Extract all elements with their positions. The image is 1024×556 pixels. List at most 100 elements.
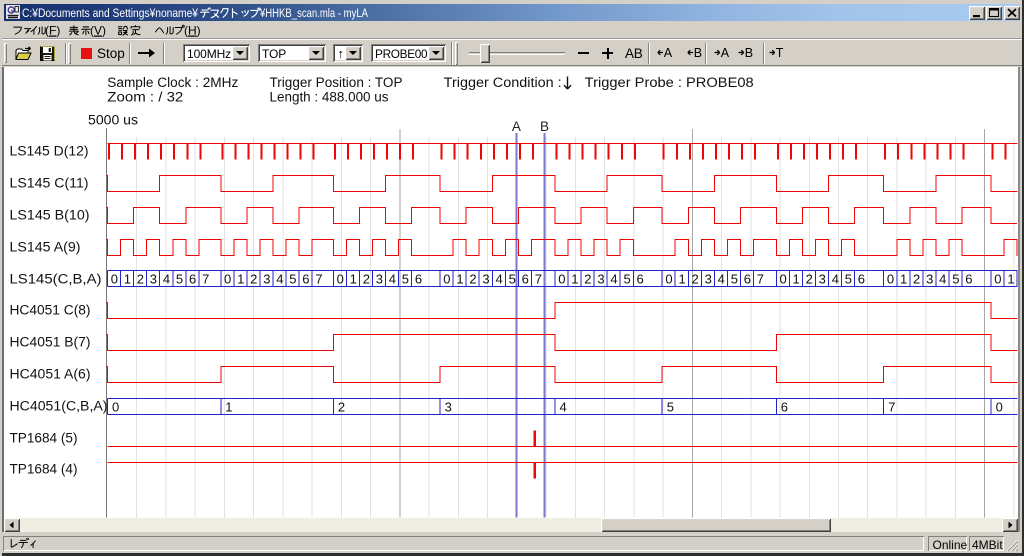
svg-text:2: 2 — [363, 272, 370, 287]
svg-text:(V): (V) — [90, 24, 106, 38]
svg-text:3: 3 — [705, 272, 712, 287]
svg-text:7: 7 — [202, 272, 209, 287]
svg-text:A: A — [664, 47, 673, 60]
svg-text:(F): (F) — [45, 24, 60, 38]
svg-text:C:¥Documents and Settings¥nona: C:¥Documents and Settings¥noname¥ — [22, 6, 198, 20]
svg-text:HC4051 A(6): HC4051 A(6) — [10, 367, 91, 382]
svg-text:6: 6 — [744, 272, 751, 287]
svg-text:B: B — [694, 47, 702, 60]
svg-text:0: 0 — [224, 272, 231, 287]
svg-text:4: 4 — [939, 272, 946, 287]
svg-text:Trigger Condition :: Trigger Condition : — [444, 75, 562, 90]
svg-text:5000 us: 5000 us — [88, 113, 138, 128]
svg-text:Sample Clock : 2MHz: Sample Clock : 2MHz — [107, 75, 238, 90]
svg-text:4: 4 — [389, 272, 396, 287]
svg-text:1: 1 — [900, 272, 907, 287]
svg-text:4: 4 — [560, 400, 567, 415]
svg-text:4: 4 — [276, 272, 283, 287]
svg-text:TP1684 (4): TP1684 (4) — [10, 462, 78, 477]
svg-text:Length : 488.000 us: Length : 488.000 us — [270, 90, 389, 105]
svg-text:7: 7 — [315, 272, 322, 287]
svg-text:2: 2 — [137, 272, 144, 287]
svg-text:6: 6 — [858, 272, 865, 287]
svg-text:0: 0 — [112, 400, 119, 415]
svg-text:4: 4 — [610, 272, 617, 287]
svg-text:0: 0 — [996, 400, 1003, 415]
svg-text:3: 3 — [150, 272, 157, 287]
svg-text:3: 3 — [819, 272, 826, 287]
svg-text:6: 6 — [637, 272, 644, 287]
svg-text:2: 2 — [469, 272, 476, 287]
svg-text:5: 5 — [624, 272, 631, 287]
svg-text:5: 5 — [176, 272, 183, 287]
svg-text:LS145 C(11): LS145 C(11) — [10, 176, 89, 191]
svg-text:A: A — [512, 119, 521, 134]
svg-text:TP1684 (5): TP1684 (5) — [10, 431, 78, 446]
svg-text:5: 5 — [952, 272, 959, 287]
svg-text:HC4051 C(8): HC4051 C(8) — [10, 303, 91, 318]
svg-text:5: 5 — [731, 272, 738, 287]
svg-text:0: 0 — [111, 272, 118, 287]
svg-text:1: 1 — [679, 272, 686, 287]
svg-text:HC4051(C,B,A): HC4051(C,B,A) — [10, 399, 108, 414]
svg-text:5: 5 — [289, 272, 296, 287]
svg-text:B: B — [540, 119, 549, 134]
svg-text:6: 6 — [302, 272, 309, 287]
svg-text:0: 0 — [780, 272, 787, 287]
svg-text:2: 2 — [692, 272, 699, 287]
svg-text:1: 1 — [456, 272, 463, 287]
svg-text:3: 3 — [926, 272, 933, 287]
svg-text:5: 5 — [509, 272, 516, 287]
svg-text:0: 0 — [887, 272, 894, 287]
svg-text:7: 7 — [888, 400, 895, 415]
svg-text:5: 5 — [845, 272, 852, 287]
svg-text:1: 1 — [1007, 272, 1014, 287]
svg-text:7: 7 — [757, 272, 764, 287]
svg-text:4: 4 — [496, 272, 503, 287]
svg-text:¥HHKB_scan.mla - myLA: ¥HHKB_scan.mla - myLA — [259, 6, 368, 20]
svg-text:0: 0 — [337, 272, 344, 287]
svg-text:2: 2 — [584, 272, 591, 287]
svg-text:6: 6 — [415, 272, 422, 287]
svg-text:2: 2 — [250, 272, 257, 287]
svg-text:6: 6 — [522, 272, 529, 287]
svg-text:6: 6 — [965, 272, 972, 287]
svg-text:2: 2 — [338, 400, 345, 415]
svg-text:6: 6 — [189, 272, 196, 287]
svg-text:3: 3 — [482, 272, 489, 287]
svg-text:7: 7 — [535, 272, 542, 287]
svg-text:4: 4 — [832, 272, 839, 287]
svg-text:(H): (H) — [184, 24, 201, 38]
svg-text:Zoom : / 32: Zoom : / 32 — [107, 90, 183, 105]
svg-text:4: 4 — [163, 272, 170, 287]
svg-text:3: 3 — [376, 272, 383, 287]
svg-text:0: 0 — [558, 272, 565, 287]
svg-text:0: 0 — [665, 272, 672, 287]
svg-text:2: 2 — [806, 272, 813, 287]
svg-text:2: 2 — [913, 272, 920, 287]
svg-text:1: 1 — [793, 272, 800, 287]
svg-text:1: 1 — [237, 272, 244, 287]
svg-text:LS145 D(12): LS145 D(12) — [10, 144, 89, 159]
svg-text:4: 4 — [718, 272, 725, 287]
svg-text:3: 3 — [597, 272, 604, 287]
svg-text:1: 1 — [124, 272, 131, 287]
svg-text:Trigger Position : TOP: Trigger Position : TOP — [270, 75, 403, 90]
svg-text:Trigger Probe : PROBE08: Trigger Probe : PROBE08 — [585, 75, 754, 90]
svg-text:HC4051 B(7): HC4051 B(7) — [10, 335, 91, 350]
svg-text:LS145 B(10): LS145 B(10) — [10, 208, 90, 223]
svg-text:6: 6 — [781, 400, 788, 415]
svg-text:LS145 A(9): LS145 A(9) — [10, 240, 81, 255]
svg-text:0: 0 — [443, 272, 450, 287]
svg-text:5: 5 — [667, 400, 674, 415]
svg-text:3: 3 — [263, 272, 270, 287]
svg-text:LS145(C,B,A): LS145(C,B,A) — [10, 272, 102, 287]
svg-text:5: 5 — [402, 272, 409, 287]
svg-text:1: 1 — [571, 272, 578, 287]
svg-text:1: 1 — [225, 400, 232, 415]
svg-text:1: 1 — [350, 272, 357, 287]
svg-text:0: 0 — [994, 272, 1001, 287]
svg-text:3: 3 — [445, 400, 452, 415]
svg-text:T: T — [776, 47, 784, 60]
svg-text:A: A — [721, 47, 730, 60]
